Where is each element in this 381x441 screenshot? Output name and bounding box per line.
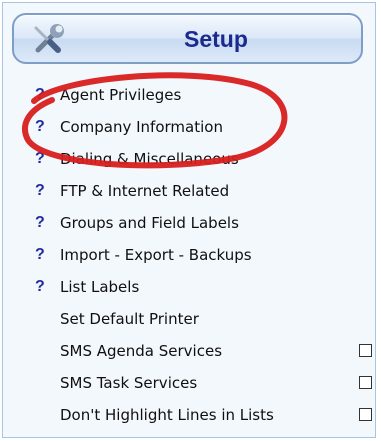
list-item-sms-agenda-services[interactable]: SMS Agenda Services [3,335,377,367]
list-item-company-information[interactable]: ? Company Information [3,111,377,143]
list-item-agent-privileges[interactable]: ? Agent Privileges [3,79,377,111]
list-item-list-labels[interactable]: ? List Labels [3,271,377,303]
list-item-groups-field-labels[interactable]: ? Groups and Field Labels [3,207,377,239]
list-item-label: Import - Export - Backups [60,246,252,264]
help-icon[interactable]: ? [35,150,45,168]
list-item-label: FTP & Internet Related [60,182,230,200]
sms-task-checkbox[interactable] [359,376,372,389]
list-item-label: Company Information [60,118,223,136]
list-item-ftp-internet[interactable]: ? FTP & Internet Related [3,175,377,207]
list-item-dialing-miscellaneous[interactable]: ? Dialing & Miscellaneous [3,143,377,175]
list-item-import-export-backups[interactable]: ? Import - Export - Backups [3,239,377,271]
list-item-dont-highlight-lines[interactable]: Don't Highlight Lines in Lists [3,399,377,431]
panel-title: Setup [184,26,248,52]
list-item-set-default-printer[interactable]: Set Default Printer [3,303,377,335]
help-icon[interactable]: ? [35,214,45,232]
dont-highlight-checkbox[interactable] [359,408,372,421]
list-item-label: SMS Agenda Services [60,342,223,360]
help-icon[interactable]: ? [35,118,45,136]
list-item-label: Dialing & Miscellaneous [60,150,239,168]
list-item-label: Don't Highlight Lines in Lists [60,406,274,424]
list-item-label: List Labels [60,278,140,296]
list-item-label: SMS Task Services [60,374,198,392]
list-item-label: Agent Privileges [60,86,182,104]
tools-icon [28,20,68,60]
list-item-label: Set Default Printer [60,310,199,328]
help-icon[interactable]: ? [35,86,45,104]
list-item-label: Groups and Field Labels [60,214,239,232]
setup-header[interactable]: Setup [12,13,363,64]
list-item-sms-task-services[interactable]: SMS Task Services [3,367,377,399]
help-icon[interactable]: ? [35,246,45,264]
sms-agenda-checkbox[interactable] [359,344,372,357]
help-icon[interactable]: ? [35,278,45,296]
help-icon[interactable]: ? [35,182,45,200]
setup-panel: Setup ? Agent Privileges ? Company Infor… [2,2,376,438]
